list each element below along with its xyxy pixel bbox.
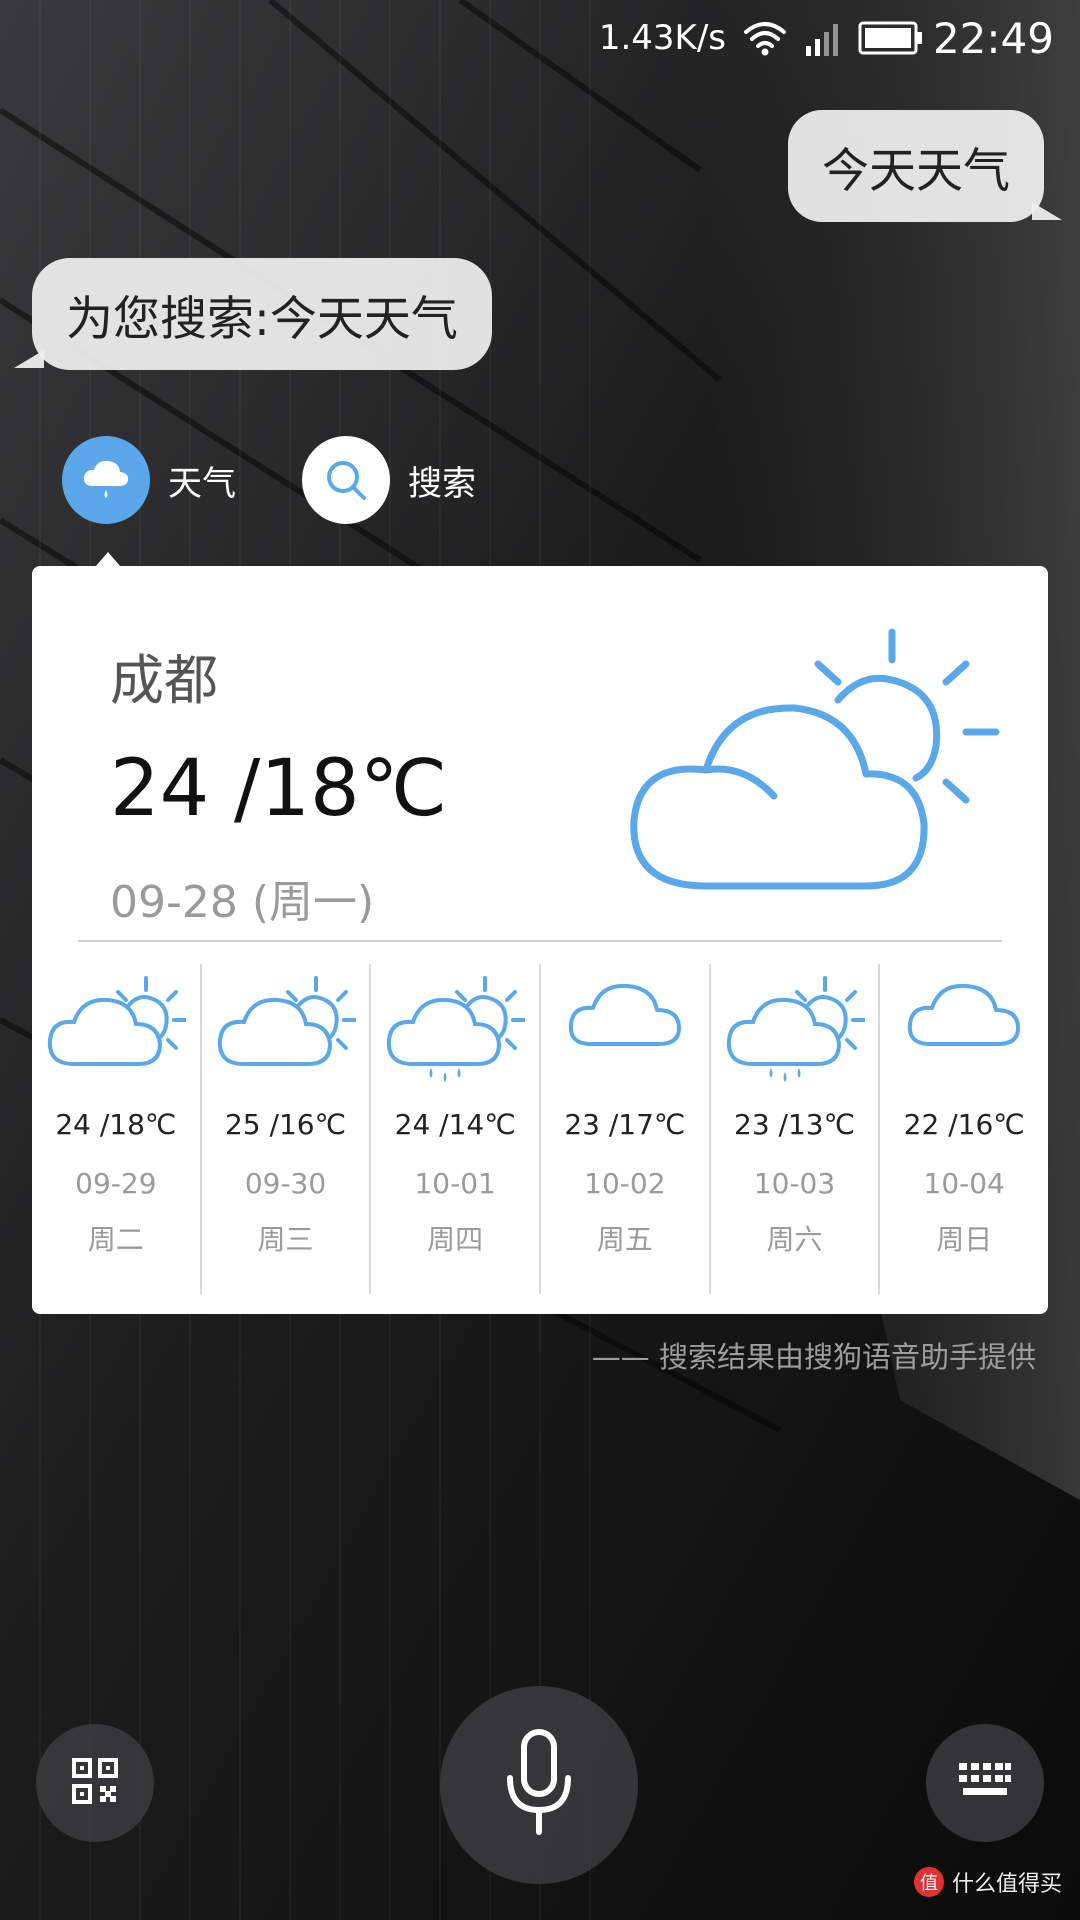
- forecast-weekday: 周六: [766, 1223, 823, 1256]
- forecast-day[interactable]: 23 /17℃ 10-02 周五: [539, 964, 709, 1294]
- forecast-temp: 24 /14℃: [394, 1108, 516, 1141]
- forecast-weekday: 周日: [936, 1223, 993, 1256]
- forecast-date: 09-29: [75, 1167, 157, 1200]
- microphone-icon: [504, 1728, 574, 1842]
- forecast-weekday: 周三: [257, 1223, 314, 1256]
- qr-code-icon: [71, 1757, 119, 1809]
- forecast-temp: 22 /16℃: [903, 1108, 1025, 1141]
- sun-cloud-rain-icon: [371, 964, 539, 1094]
- forecast-weekday: 周四: [427, 1223, 484, 1256]
- forecast-temp: 24 /18℃: [55, 1108, 177, 1141]
- forecast-temp: 23 /17℃: [564, 1108, 686, 1141]
- forecast-date: 10-03: [753, 1167, 836, 1200]
- watermark-text: 什么值得买: [951, 1872, 1062, 1897]
- forecast-date: 09-30: [244, 1167, 327, 1200]
- assistant-reply-text: 为您搜索:今天天气: [66, 291, 458, 347]
- forecast-date: 10-04: [923, 1167, 1005, 1200]
- weather-card[interactable]: 成都 24 /18℃ 09-28 (周一) 24 /18℃ 09-29 周二 2…: [32, 566, 1048, 1314]
- city-name: 成都: [110, 649, 218, 712]
- forecast-weekday: 周五: [596, 1223, 653, 1256]
- forecast-day[interactable]: 24 /18℃ 09-29 周二: [32, 964, 200, 1294]
- assistant-reply-bubble: 为您搜索:今天天气: [14, 258, 492, 370]
- selected-pointer: [96, 552, 120, 566]
- partly-cloudy-icon: [626, 624, 1006, 908]
- current-date: 09-28 (周一): [110, 877, 375, 928]
- forecast-day[interactable]: 25 /16℃ 09-30 周三: [199, 964, 370, 1294]
- category-weather[interactable]: 天气: [62, 436, 236, 524]
- wifi-icon: [742, 18, 788, 62]
- forecast-weekday: 周二: [87, 1223, 144, 1256]
- source-credit: —— 搜索结果由搜狗语音助手提供: [591, 1340, 1036, 1374]
- category-label: 天气: [168, 463, 236, 504]
- cloud-rain-icon: [62, 436, 150, 524]
- signal-icon: [804, 20, 844, 62]
- partly-cloudy-icon: [202, 964, 370, 1094]
- category-search[interactable]: 搜索: [302, 436, 476, 524]
- forecast-temp: 25 /16℃: [224, 1108, 347, 1141]
- search-icon: [302, 436, 390, 524]
- voice-input-button[interactable]: [440, 1686, 638, 1884]
- cloud-icon: [541, 964, 709, 1094]
- partly-cloudy-icon: [32, 964, 200, 1094]
- forecast-date: 10-02: [584, 1167, 666, 1200]
- current-temperature: 24 /18℃: [110, 744, 448, 834]
- forecast-strip: 24 /18℃ 09-29 周二 25 /16℃ 09-30 周三 24 /14…: [32, 964, 1048, 1294]
- clock: 22:49: [932, 14, 1054, 63]
- cloud-icon: [880, 964, 1048, 1094]
- watermark-badge: 值: [913, 1867, 944, 1897]
- category-label: 搜索: [408, 463, 476, 504]
- forecast-temp: 23 /13℃: [734, 1108, 856, 1141]
- keyboard-button[interactable]: [926, 1724, 1044, 1842]
- divider: [78, 940, 1002, 942]
- forecast-day[interactable]: 22 /16℃ 10-04 周日: [878, 964, 1048, 1294]
- watermark: 值 什么值得买: [913, 1866, 1062, 1898]
- keyboard-icon: [957, 1761, 1013, 1805]
- sun-cloud-rain-icon: [711, 964, 879, 1094]
- forecast-date: 10-01: [414, 1167, 496, 1200]
- user-query-bubble: 今天天气: [788, 110, 1062, 222]
- user-query-text: 今天天气: [822, 143, 1010, 199]
- qr-scan-button[interactable]: [36, 1724, 154, 1842]
- forecast-day[interactable]: 23 /13℃ 10-03 周六: [708, 964, 879, 1294]
- status-bar: 1.43K/s 22:49: [0, 0, 1080, 78]
- network-speed: 1.43K/s: [598, 18, 726, 58]
- forecast-day[interactable]: 24 /14℃ 10-01 周四: [369, 964, 539, 1294]
- battery-icon: [858, 20, 924, 60]
